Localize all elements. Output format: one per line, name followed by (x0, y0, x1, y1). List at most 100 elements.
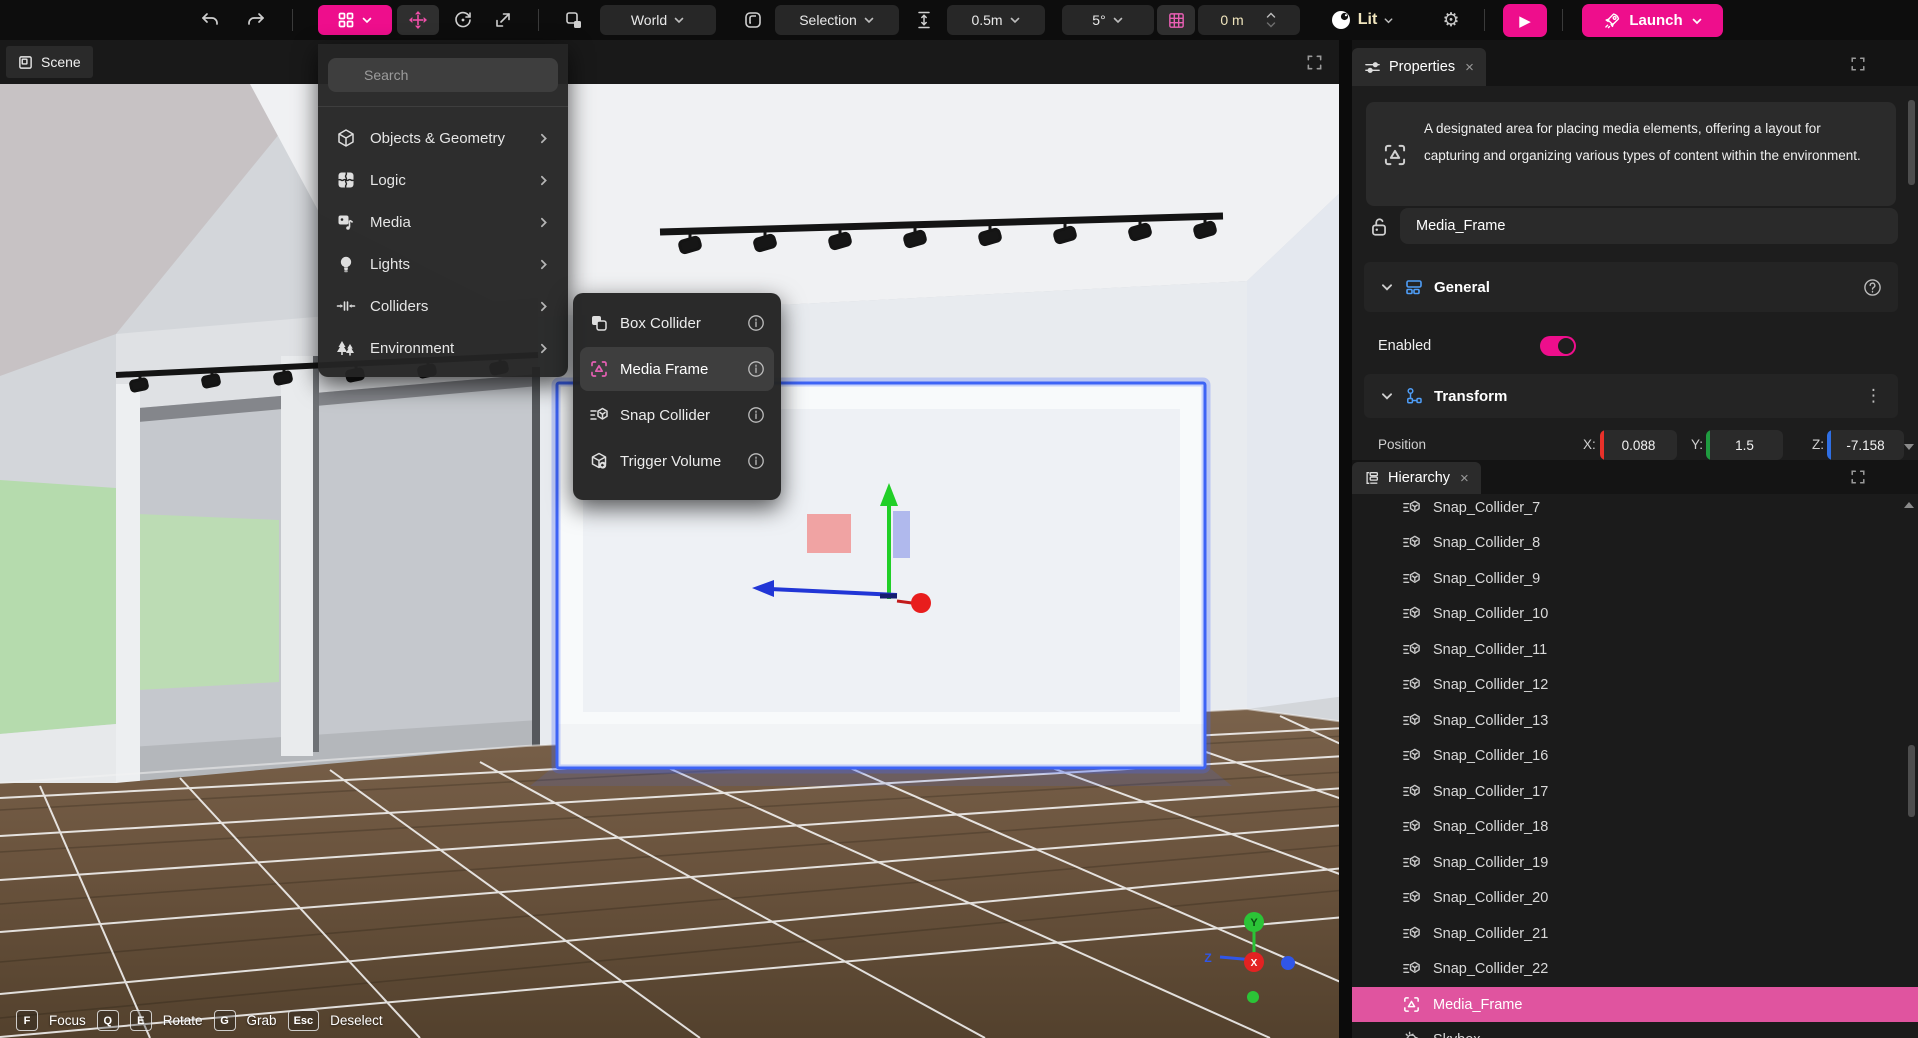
properties-scrollbar[interactable] (1908, 100, 1915, 185)
transform-section-header[interactable]: Transform ⋮ (1364, 374, 1898, 418)
axis-z-ball[interactable] (1281, 956, 1295, 970)
info-icon[interactable] (747, 314, 765, 332)
hint-label: Deselect (330, 1013, 383, 1028)
rotate-snap-dropdown[interactable]: 5° (1062, 5, 1154, 35)
transform-section-label: Transform (1434, 388, 1507, 405)
orientation-gizmo[interactable]: Y Z X (1194, 902, 1314, 1022)
redo-icon (246, 10, 266, 30)
axis-neg-y-ball[interactable] (1247, 991, 1259, 1003)
hierarchy-row[interactable]: Snap_Collider_11 (1352, 632, 1918, 667)
submenu-item-trigger-volume[interactable]: Trigger Volume (580, 439, 774, 483)
hierarchy-row[interactable]: Snap_Collider_17 (1352, 774, 1918, 809)
hierarchy-scrollbar[interactable] (1908, 745, 1915, 817)
redo-button[interactable] (241, 5, 271, 35)
general-section-header[interactable]: General (1364, 262, 1898, 312)
close-icon[interactable]: × (1465, 59, 1474, 76)
chevron-down-icon (1009, 14, 1021, 26)
hierarchy-row[interactable]: Snap_Collider_21 (1352, 916, 1918, 951)
grid-snap-value: 0 m (1220, 12, 1243, 28)
kebab-menu-icon[interactable]: ⋮ (1865, 386, 1882, 406)
viewport-canvas[interactable]: Scene F Focus Q E Rotate G Grab Esc Dese… (0, 40, 1345, 1038)
grid-snap-input[interactable]: 0 m (1198, 5, 1300, 35)
hierarchy-icon (1364, 470, 1380, 486)
submenu-item-media-frame[interactable]: Media Frame (580, 347, 774, 391)
move-snap-dropdown[interactable]: 0.5m (947, 5, 1045, 35)
transform-space-button[interactable] (556, 5, 592, 35)
scale-tool-button[interactable] (487, 5, 519, 35)
hierarchy-row[interactable]: Snap_Collider_16 (1352, 738, 1918, 773)
enabled-toggle[interactable] (1540, 336, 1576, 356)
hierarchy-row[interactable]: Snap_Collider_7 (1352, 490, 1918, 525)
tab-scene[interactable]: Scene (6, 46, 93, 78)
gizmo-plane-handle[interactable] (893, 511, 910, 558)
build-menu-item-colliders[interactable]: Colliders (324, 286, 562, 326)
toolbar-divider (538, 9, 539, 31)
hierarchy-row-selected[interactable]: Media_Frame (1352, 987, 1918, 1022)
tab-properties[interactable]: Properties × (1352, 48, 1486, 86)
undo-button[interactable] (195, 5, 225, 35)
focus-selection-button[interactable] (736, 5, 770, 35)
hierarchy-row[interactable]: Snap_Collider_9 (1352, 561, 1918, 596)
viewport-header (0, 40, 1345, 84)
build-menu-item-environment[interactable]: Environment (324, 328, 562, 368)
transform-space-icon (564, 10, 584, 30)
info-icon[interactable] (747, 406, 765, 424)
build-menu-item-label: Environment (370, 340, 454, 357)
move-tool-button[interactable] (397, 5, 439, 35)
hierarchy-row[interactable]: Snap_Collider_8 (1352, 525, 1918, 560)
build-menu-item-logic[interactable]: Logic (324, 160, 562, 200)
properties-expand-icon[interactable] (1850, 56, 1866, 72)
info-icon[interactable] (747, 452, 765, 470)
scroll-down-icon[interactable] (1904, 444, 1914, 450)
hierarchy-row[interactable]: Skybox (1352, 1022, 1918, 1038)
axis-y-label: Y (1250, 917, 1258, 929)
hierarchy-expand-icon[interactable] (1850, 469, 1866, 485)
hierarchy-row[interactable]: Snap_Collider_22 (1352, 951, 1918, 986)
viewport-expand-icon[interactable] (1306, 54, 1323, 71)
submenu-item-snap-collider[interactable]: Snap Collider (580, 393, 774, 437)
entity-name-input[interactable] (1400, 208, 1898, 244)
info-icon[interactable] (747, 360, 765, 378)
axis-x-label: X (1251, 958, 1258, 969)
snap-collider-icon (1402, 533, 1421, 552)
move-icon (408, 10, 428, 30)
selection-dropdown[interactable]: Selection (775, 5, 899, 35)
settings-button[interactable]: ⚙ (1434, 5, 1468, 35)
build-menu-item-lights[interactable]: Lights (324, 244, 562, 284)
move-vertical-button[interactable] (908, 5, 940, 35)
grid-toggle-button[interactable] (1157, 5, 1195, 35)
screen-fit-icon (743, 10, 763, 30)
world-dropdown[interactable]: World (600, 5, 716, 35)
toolbar-divider (1562, 9, 1563, 31)
hierarchy-row[interactable]: Snap_Collider_20 (1352, 880, 1918, 915)
hierarchy-item-label: Snap_Collider_13 (1433, 713, 1548, 729)
scene-render[interactable] (0, 84, 1345, 1038)
hierarchy-row[interactable]: Snap_Collider_19 (1352, 845, 1918, 880)
shading-dropdown[interactable]: Lit (1318, 5, 1406, 35)
hierarchy-row[interactable]: Snap_Collider_12 (1352, 667, 1918, 702)
lock-open-icon[interactable] (1368, 216, 1390, 238)
close-icon[interactable]: × (1460, 470, 1469, 487)
launch-button[interactable]: Launch (1582, 4, 1723, 37)
build-menu-button[interactable] (318, 5, 392, 35)
hierarchy-row[interactable]: Snap_Collider_10 (1352, 596, 1918, 631)
hierarchy-tab-label: Hierarchy (1388, 470, 1450, 486)
submenu-item-box-collider[interactable]: Box Collider (580, 301, 774, 345)
snap-collider-icon (1402, 640, 1421, 659)
help-icon[interactable] (1863, 278, 1882, 297)
position-z-input[interactable]: -7.158 (1827, 430, 1904, 460)
search-input[interactable] (328, 58, 558, 92)
scroll-up-icon[interactable] (1904, 502, 1914, 508)
build-menu-item-objects-geometry[interactable]: Objects & Geometry (324, 118, 562, 158)
build-menu-item-media[interactable]: Media (324, 202, 562, 242)
gizmo-plane-handle[interactable] (807, 514, 851, 553)
position-x-input[interactable]: 0.088 (1600, 430, 1677, 460)
rotate-tool-button[interactable] (447, 5, 479, 35)
play-button[interactable]: ▶ (1503, 4, 1547, 37)
hierarchy-row[interactable]: Snap_Collider_18 (1352, 809, 1918, 844)
gizmo-x-axis[interactable] (897, 601, 912, 603)
hierarchy-row[interactable]: Snap_Collider_13 (1352, 703, 1918, 738)
position-y-input[interactable]: 1.5 (1706, 430, 1783, 460)
chevron-right-icon (537, 216, 550, 229)
stepper-icon[interactable] (1264, 9, 1278, 31)
